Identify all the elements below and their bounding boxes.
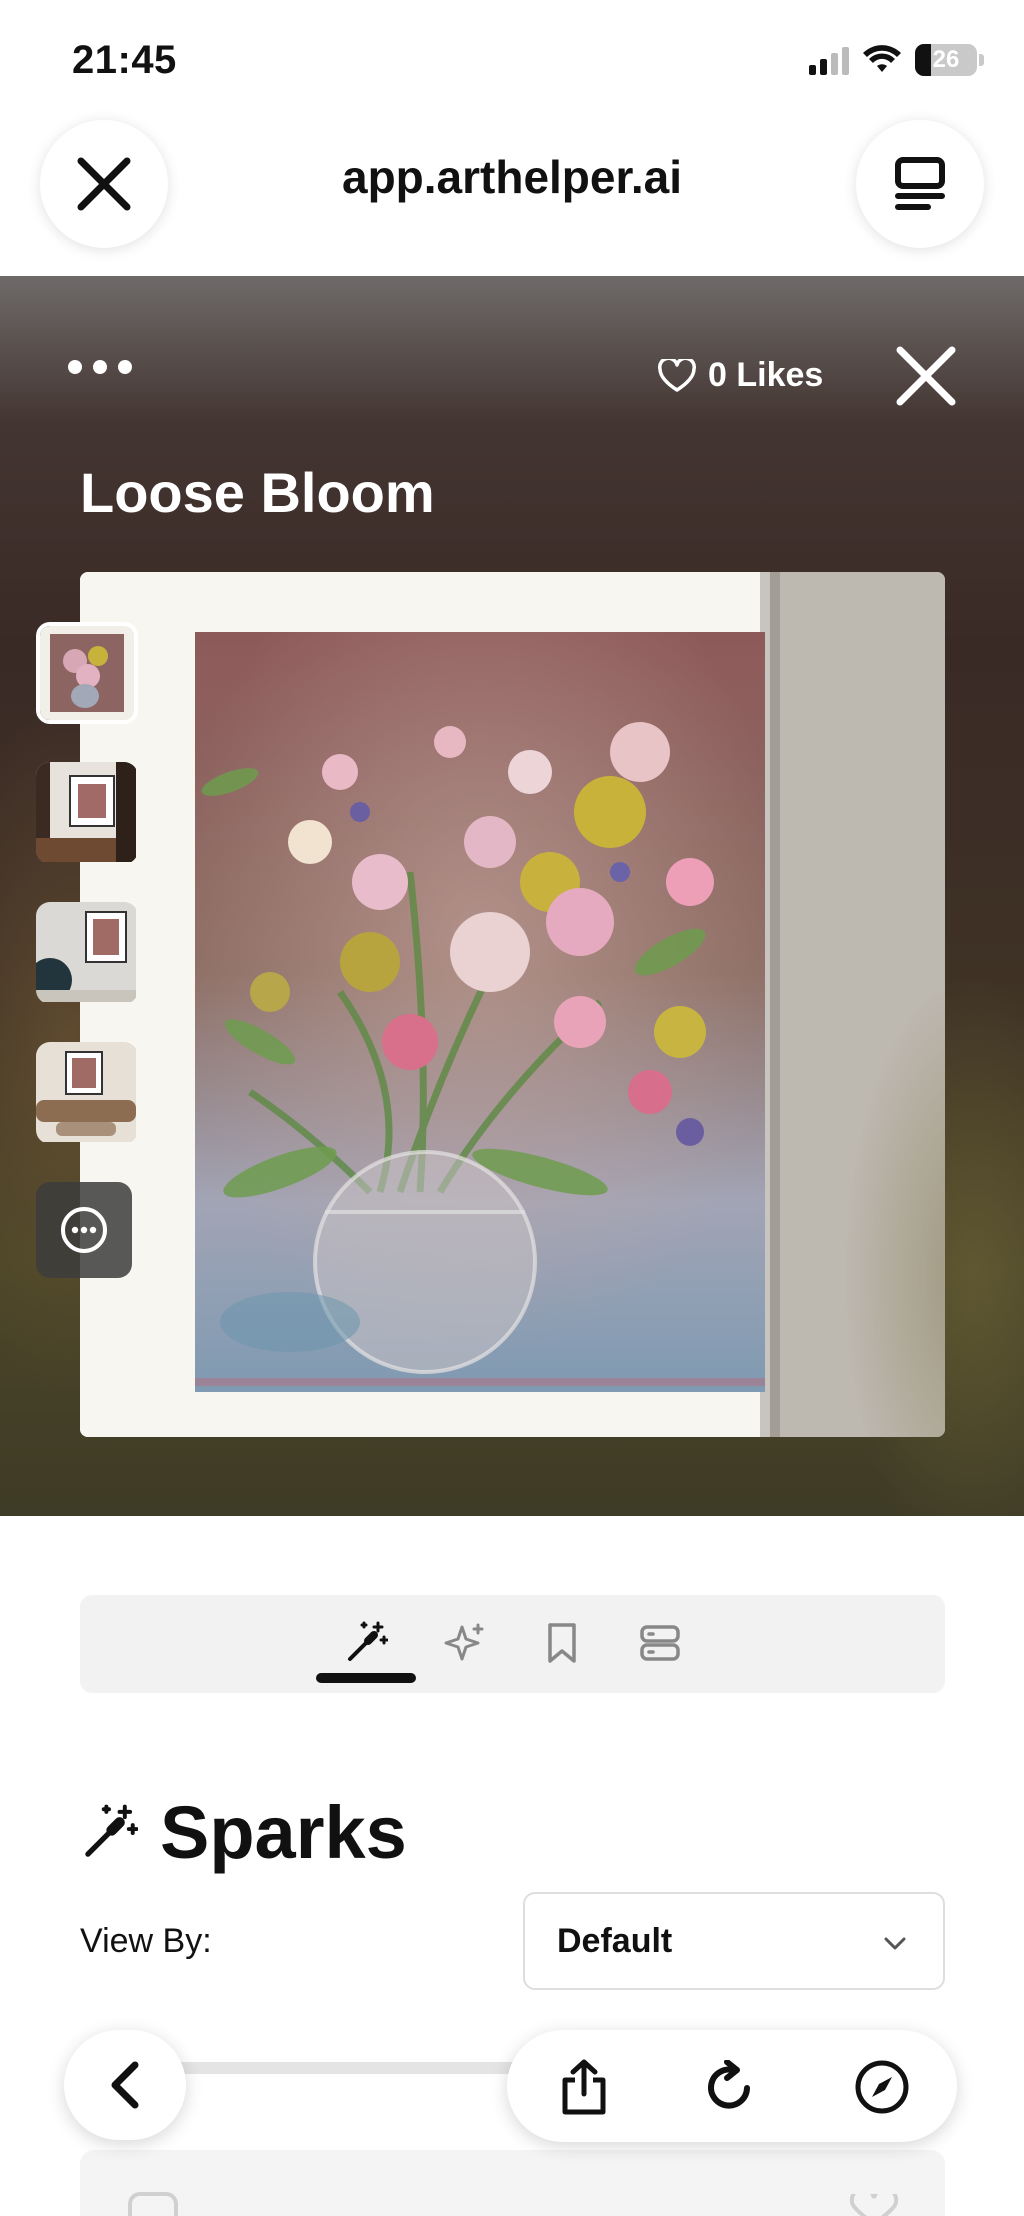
reload-icon	[708, 2060, 750, 2109]
bookmark-icon	[548, 1623, 576, 1663]
sparks-title: Sparks	[160, 1791, 407, 1874]
thumbnail-painting[interactable]	[36, 622, 138, 724]
thumbnail-room-2[interactable]	[36, 902, 138, 1004]
page-scroll-track	[170, 2062, 530, 2074]
instagram-icon	[128, 2192, 178, 2216]
tab-sparks[interactable]	[340, 1617, 392, 1669]
magic-wand-icon	[85, 1804, 138, 1857]
more-thumbnails-button[interactable]	[36, 1182, 132, 1278]
more-options-button[interactable]	[68, 360, 132, 374]
artwork-viewer: 0 Likes Loose Bloom	[0, 276, 1024, 1516]
sparks-heading: Sparks	[80, 1790, 407, 1875]
wifi-icon	[863, 45, 901, 72]
active-tab-indicator	[316, 1673, 416, 1683]
compass-icon	[855, 2060, 909, 2114]
chevron-left-icon	[111, 2061, 139, 2109]
compass-button[interactable]	[853, 2058, 911, 2116]
likes-count: 0 Likes	[708, 356, 824, 394]
tab-ideas[interactable]	[438, 1617, 490, 1669]
view-by-select[interactable]: Default	[523, 1892, 945, 1990]
close-icon	[896, 346, 956, 406]
sparkles-icon	[444, 1623, 484, 1661]
tab-saved[interactable]	[536, 1617, 588, 1669]
heart-icon	[849, 2194, 899, 2216]
likes-button[interactable]: 0 Likes	[658, 356, 823, 395]
battery-icon: 26	[915, 44, 977, 76]
status-time: 21:45	[72, 38, 177, 82]
thumbnail-room-1[interactable]	[36, 762, 138, 864]
chevron-down-icon	[884, 1937, 906, 1950]
next-card-preview	[80, 2150, 945, 2216]
artwork-title: Loose Bloom	[80, 461, 435, 524]
back-button[interactable]	[64, 2030, 186, 2140]
view-by-value: Default	[557, 1922, 673, 1960]
thumbnail-room-3[interactable]	[36, 1042, 138, 1144]
magic-wand-icon	[348, 1621, 388, 1661]
tabs-icon	[895, 157, 945, 210]
view-by-label: View By:	[80, 1922, 212, 1960]
artwork-image[interactable]	[80, 572, 945, 1437]
ellipsis-circle-icon	[61, 1207, 107, 1253]
cellular-signal-icon	[809, 45, 849, 75]
heart-icon	[658, 358, 696, 392]
share-button[interactable]	[555, 2058, 613, 2116]
thumbnail-strip	[36, 622, 138, 1278]
browser-top-bar: app.arthelper.ai	[0, 110, 1024, 276]
server-icon	[640, 1625, 680, 1661]
tab-overview-button[interactable]	[856, 120, 984, 248]
reload-button[interactable]	[701, 2058, 759, 2116]
section-tabs	[80, 1595, 945, 1693]
painting-picture	[80, 572, 945, 1437]
battery-level: 26	[932, 46, 960, 73]
status-icons: 26	[809, 44, 984, 76]
close-viewer-button[interactable]	[890, 340, 962, 412]
status-bar: 21:45 26	[0, 0, 1024, 120]
share-icon	[562, 2059, 606, 2115]
browser-actions	[507, 2030, 957, 2142]
tab-details[interactable]	[634, 1617, 686, 1669]
